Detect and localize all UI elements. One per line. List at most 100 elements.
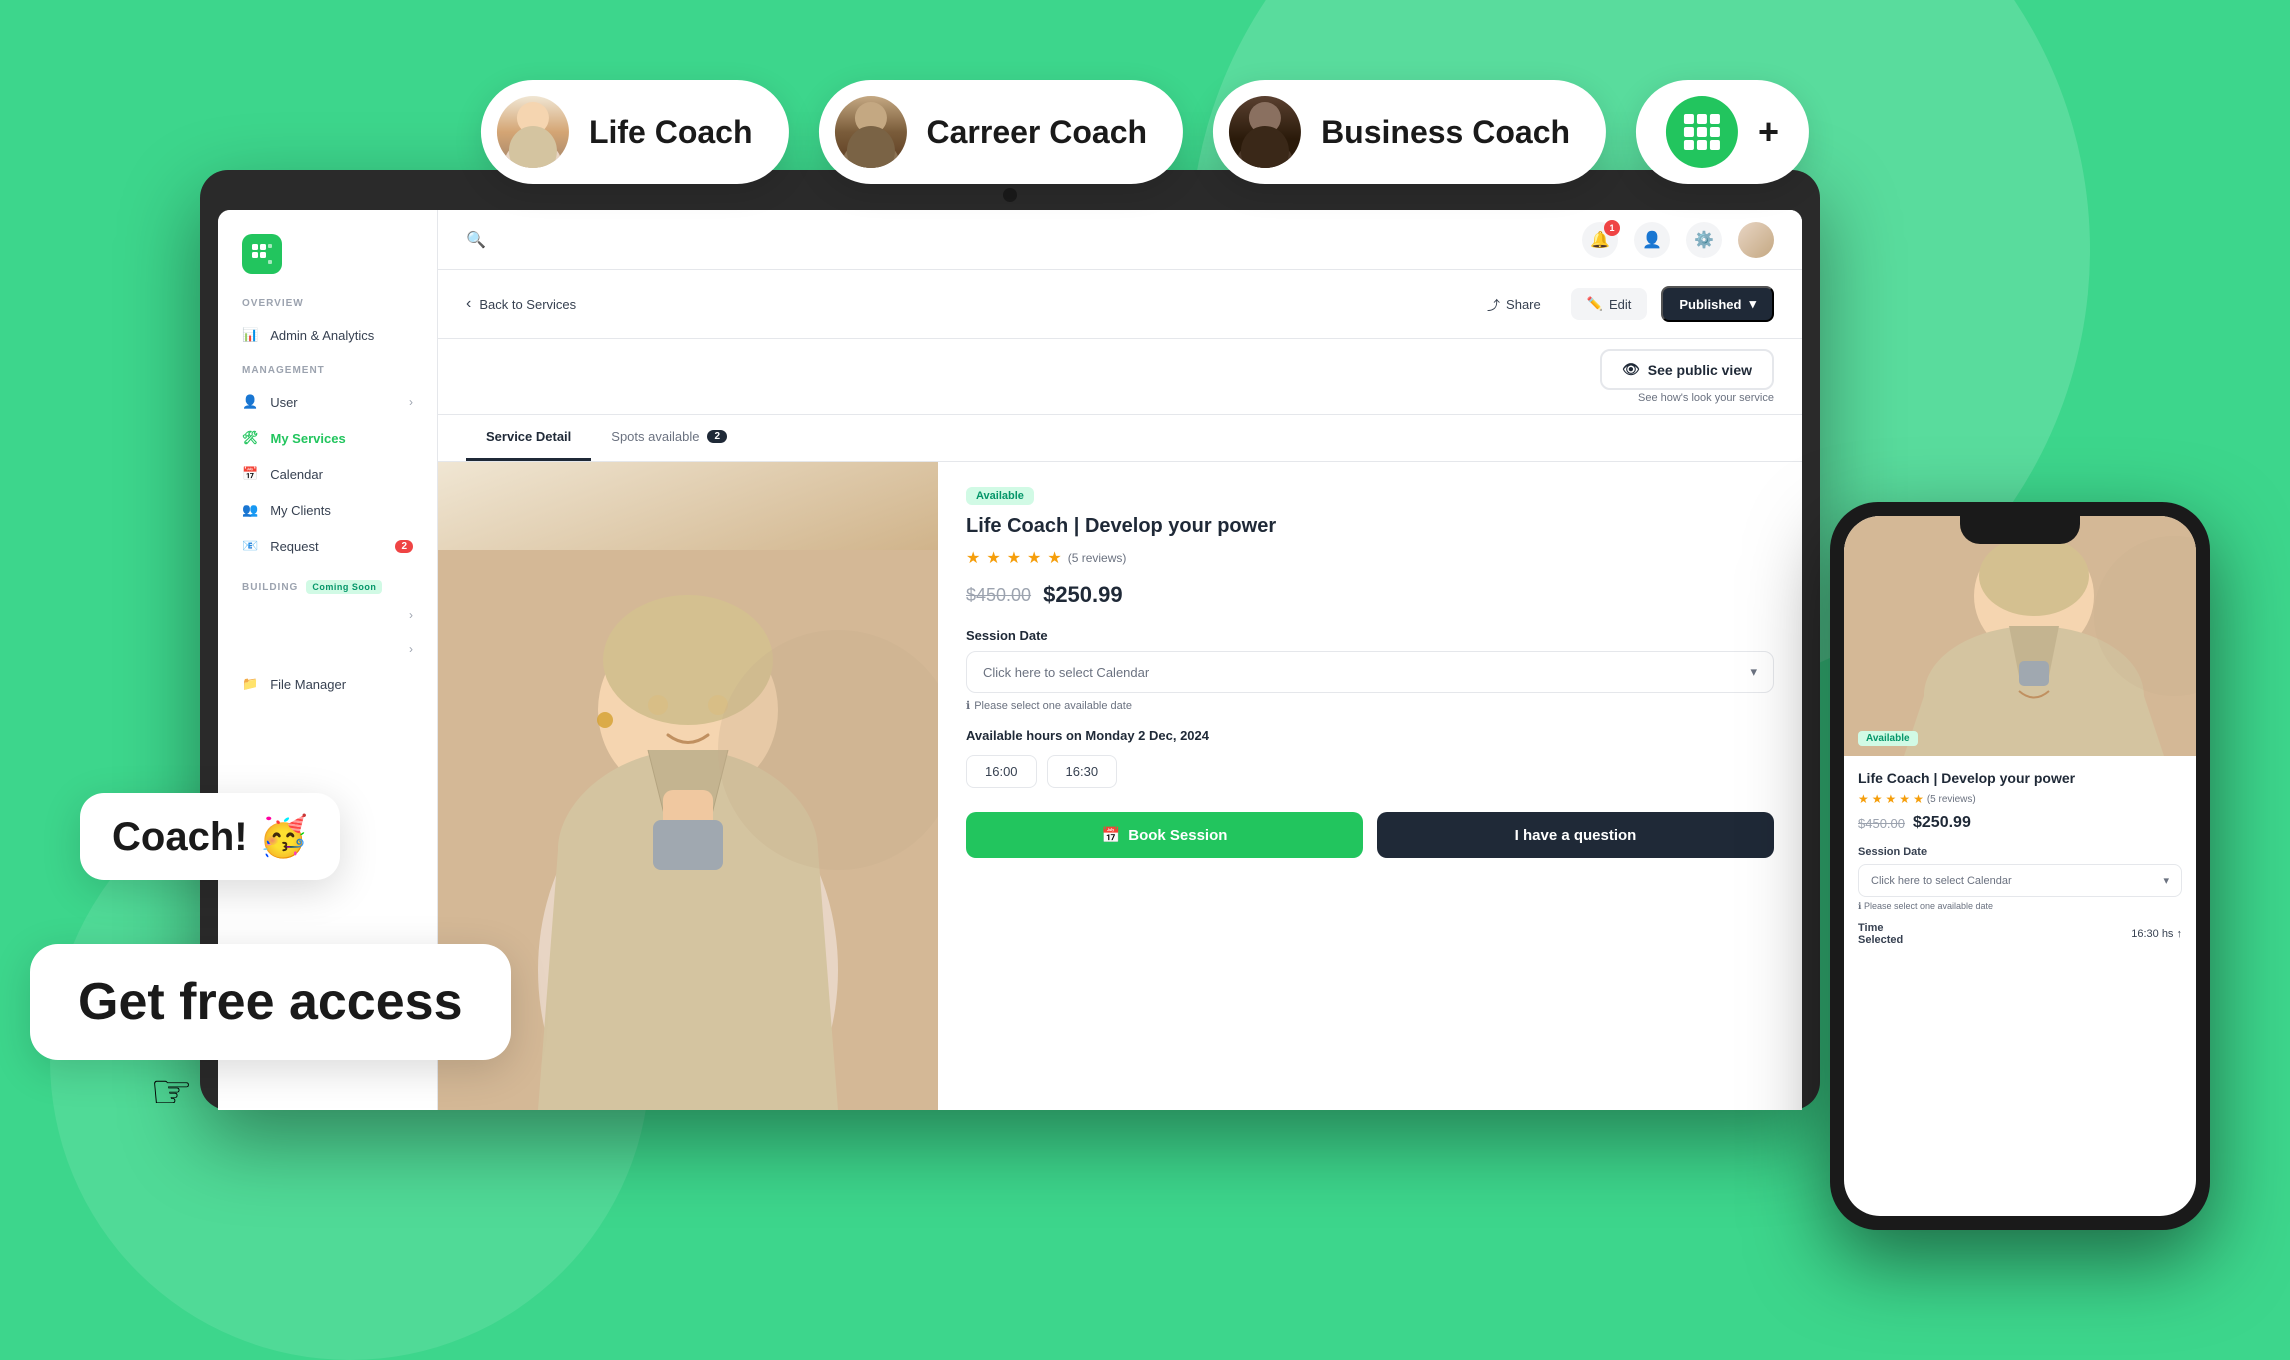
chevron-right-icon-2: ›	[409, 608, 413, 622]
search-area[interactable]: 🔍	[466, 230, 486, 250]
mobile-dropdown-icon: ▾	[2163, 874, 2169, 887]
published-button[interactable]: Published ▾	[1661, 286, 1774, 322]
user-label: User	[270, 395, 297, 410]
tab-service-detail-label: Service Detail	[486, 429, 571, 444]
star-1: ★	[966, 548, 980, 568]
topbar: 🔍 🔔 1 👤 ⚙️	[438, 210, 1802, 270]
mobile-session-date-label: Session Date	[1858, 846, 2182, 858]
plus-icon-circle	[1666, 96, 1738, 168]
user-button[interactable]: 👤	[1634, 222, 1670, 258]
mobile-time-label-group: Time Selected	[1858, 922, 1903, 946]
share-button[interactable]: ⤴ Share	[1471, 287, 1557, 322]
star-5: ★	[1047, 548, 1061, 568]
tab-spots-available[interactable]: Spots available 2	[591, 415, 747, 461]
clients-label: My Clients	[270, 503, 331, 518]
grid-icon	[1684, 114, 1720, 150]
back-arrow-icon: ‹	[466, 295, 471, 313]
overview-section-label: OVERVIEW	[218, 298, 437, 317]
edit-button[interactable]: ✏️ Edit	[1571, 288, 1648, 320]
see-public-view-button[interactable]: 👁 See public view	[1600, 349, 1774, 390]
hour-chip-1600-label: 16:00	[985, 764, 1018, 779]
life-coach-pill[interactable]: Life Coach	[481, 80, 789, 184]
sidebar-item-arrow-1[interactable]: ›	[218, 598, 437, 632]
settings-button[interactable]: ⚙️	[1686, 222, 1722, 258]
public-view-hint: See how's look your service	[1600, 392, 1774, 404]
admin-analytics-label: Admin & Analytics	[270, 328, 374, 343]
app-logo-icon	[242, 234, 282, 274]
service-detail-panel: Available Life Coach | Develop your powe…	[938, 462, 1802, 1110]
star-4: ★	[1027, 548, 1041, 568]
mobile-current-price: $250.99	[1913, 814, 1971, 832]
service-image-container	[438, 462, 938, 1110]
select-hint: ℹ Please select one available date	[966, 699, 1774, 712]
calendar-book-icon: 📅	[1102, 826, 1121, 844]
get-free-access-pill[interactable]: Get free access	[30, 944, 511, 1060]
mobile-hint-text: Please select one available date	[1864, 901, 1993, 911]
book-btn-label: Book Session	[1128, 827, 1227, 844]
sidebar-item-calendar[interactable]: 📅 Calendar	[218, 456, 437, 492]
coach-pills-row: Life Coach Carreer Coach Business Coach	[481, 80, 1809, 184]
mobile-notch	[1960, 516, 2080, 544]
business-coach-pill-label: Business Coach	[1321, 114, 1570, 151]
question-button[interactable]: I have a question	[1377, 812, 1774, 858]
calendar-select[interactable]: Click here to select Calendar ▾	[966, 651, 1774, 693]
hours-section-label: Available hours on Monday 2 Dec, 2024	[966, 728, 1774, 743]
hour-chip-1630[interactable]: 16:30	[1047, 755, 1118, 788]
mobile-select-placeholder: Click here to select Calendar	[1871, 875, 2012, 887]
mobile-service-title: Life Coach | Develop your power	[1858, 770, 2182, 786]
user-icon: 👤	[242, 394, 258, 410]
notification-badge: 1	[1604, 220, 1620, 236]
eye-icon: 👁	[1622, 361, 1640, 378]
sidebar-item-services[interactable]: 🛠 My Services	[218, 420, 437, 456]
sidebar-item-clients[interactable]: 👥 My Clients	[218, 492, 437, 528]
add-new-label: +	[1758, 111, 1779, 153]
calendar-label: Calendar	[270, 467, 323, 482]
share-icon: ⤴	[1487, 295, 1500, 314]
see-public-view-label: See public view	[1648, 362, 1752, 378]
career-coach-pill-label: Carreer Coach	[927, 114, 1148, 151]
tab-spots-label: Spots available	[611, 429, 699, 444]
topbar-icons: 🔔 1 👤 ⚙️	[1582, 222, 1774, 258]
topbar-avatar[interactable]	[1738, 222, 1774, 258]
life-coach-pill-label: Life Coach	[589, 114, 753, 151]
book-session-button[interactable]: 📅 Book Session	[966, 812, 1363, 858]
mobile-time-value: 16:30 hs ↑	[2131, 928, 2182, 940]
share-label: Share	[1506, 297, 1541, 312]
mobile-calendar-select[interactable]: Click here to select Calendar ▾	[1858, 864, 2182, 897]
user-profile-icon: 👤	[1642, 230, 1662, 250]
add-new-pill[interactable]: +	[1636, 80, 1809, 184]
career-coach-pill[interactable]: Carreer Coach	[819, 80, 1184, 184]
tab-service-detail[interactable]: Service Detail	[466, 415, 591, 461]
notification-button[interactable]: 🔔 1	[1582, 222, 1618, 258]
sidebar-item-file-manager[interactable]: 📁 File Manager	[218, 666, 437, 702]
chart-icon: 📊	[242, 327, 258, 343]
sidebar-item-arrow-2[interactable]: ›	[218, 632, 437, 666]
mobile-original-price: $450.00	[1858, 816, 1905, 831]
coach-label-text: Coach! 🥳	[112, 815, 308, 859]
tabs-bar: Service Detail Spots available 2	[438, 415, 1802, 462]
mobile-star-1: ★	[1858, 792, 1869, 806]
public-view-bar: 👁 See public view See how's look your se…	[438, 339, 1802, 415]
mobile-available-badge: Available	[1858, 731, 1918, 746]
session-date-label: Session Date	[966, 628, 1774, 643]
original-price: $450.00	[966, 585, 1031, 606]
mobile-star-5: ★	[1913, 792, 1924, 806]
mobile-time-row: Time Selected 16:30 hs ↑	[1858, 922, 2182, 946]
sidebar-item-user[interactable]: 👤 User ›	[218, 384, 437, 420]
mail-icon: 📧	[242, 538, 258, 554]
hour-chip-1630-label: 16:30	[1066, 764, 1099, 779]
current-price: $250.99	[1043, 582, 1123, 608]
star-2: ★	[986, 548, 1000, 568]
file-manager-label: File Manager	[270, 677, 346, 692]
sidebar-item-request[interactable]: 📧 Request 2	[218, 528, 437, 564]
service-image	[438, 462, 938, 1110]
sidebar-item-admin[interactable]: 📊 Admin & Analytics	[218, 317, 437, 353]
back-to-services-link[interactable]: ‹ Back to Services	[466, 295, 576, 313]
calendar-icon: 📅	[242, 466, 258, 482]
career-coach-avatar	[835, 96, 907, 168]
available-badge: Available	[966, 487, 1034, 505]
business-coach-pill[interactable]: Business Coach	[1213, 80, 1606, 184]
building-section-label: BUILDING	[242, 582, 298, 593]
file-icon: 📁	[242, 676, 258, 692]
hour-chip-1600[interactable]: 16:00	[966, 755, 1037, 788]
